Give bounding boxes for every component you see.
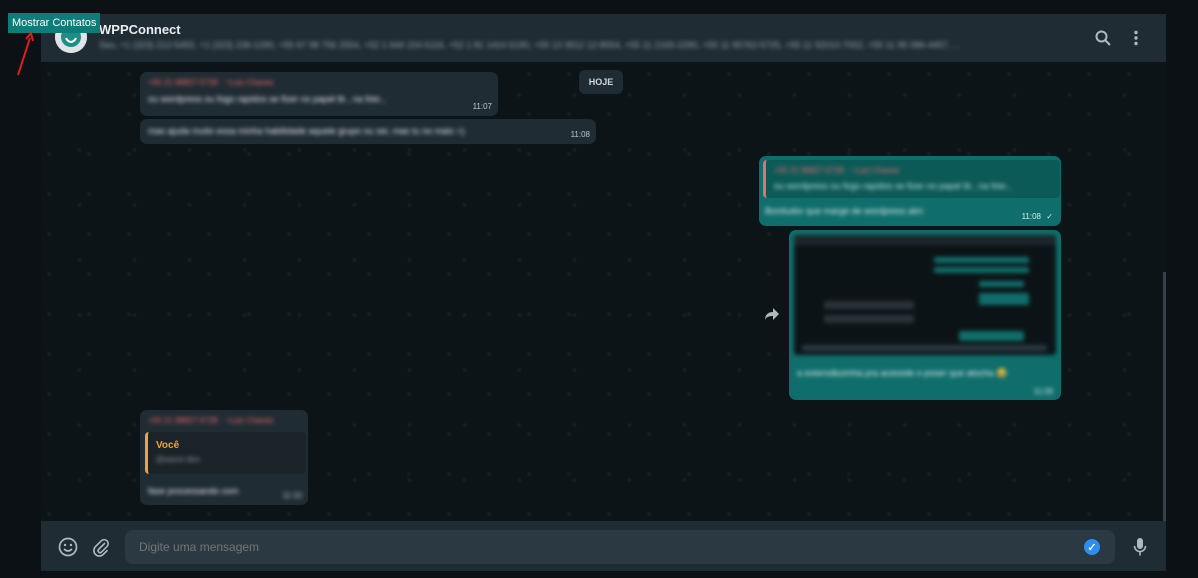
microphone-icon[interactable]: [1129, 536, 1151, 558]
emoji-icon[interactable]: [57, 536, 79, 558]
outgoing-message[interactable]: +55 21 98827-5728 · ~Luiz Chaves ou word…: [759, 156, 1061, 226]
quoted-sender: Você: [156, 440, 180, 451]
message-text: ou wordpress ou fogo rapidos se fizer no…: [148, 94, 386, 104]
message-text: Bonitudor que marge de wordpress atm: [765, 206, 924, 216]
scrollbar[interactable]: [1163, 272, 1166, 521]
message-sender: +55 21 98827-5728 · ~Luiz Chaves: [148, 416, 274, 425]
image-caption: a extensãozinha pra acessde o poser que …: [797, 368, 1008, 378]
thumbnail-bubble: [824, 315, 914, 323]
search-icon[interactable]: [1093, 28, 1113, 48]
message-time: 11:09: [1033, 387, 1053, 396]
message-time: 11:08: [570, 130, 590, 139]
annotation-arrow: [17, 30, 34, 76]
composer-bar: ✓: [41, 521, 1166, 571]
incoming-message[interactable]: +55 21 98827-5728 · ~Luiz Chaves ou word…: [140, 72, 498, 116]
forward-icon[interactable]: [763, 305, 781, 323]
incoming-message[interactable]: mas ajuda muito essa minha habilidade aq…: [140, 119, 596, 144]
message-text: fase processando com: [148, 486, 239, 496]
thumbnail-bubble: [934, 267, 1029, 273]
whatsapp-window: WPPConnect Seu, +1 (323) 212-5455, +1 (3…: [41, 14, 1166, 571]
thumbnail-bubble: [824, 301, 914, 309]
message-input[interactable]: [125, 530, 1115, 564]
quoted-text: @wacio tbm: [156, 455, 201, 464]
thumbnail-bubble: [979, 281, 1024, 287]
message-time: 11:08: [1021, 212, 1041, 221]
message-sender: +55 21 98827-5728 · ~Luiz Chaves: [148, 78, 274, 87]
participants-list: Seu, +1 (323) 212-5455, +1 (323) 236-129…: [99, 40, 961, 50]
thumbnail-bubble: [959, 331, 1024, 341]
thumbnail-header: [794, 235, 1056, 245]
thumbnail-bubble: [934, 257, 1029, 263]
chat-header[interactable]: WPPConnect Seu, +1 (323) 212-5455, +1 (3…: [41, 14, 1166, 62]
incoming-message[interactable]: +55 21 98827-5728 · ~Luiz Chaves Você @w…: [140, 410, 308, 505]
screenshot-thumbnail[interactable]: [793, 234, 1057, 356]
kebab-menu-icon[interactable]: [1126, 28, 1146, 48]
day-divider: HOJE: [579, 70, 623, 94]
message-time: 11:10: [282, 491, 302, 500]
message-text: mas ajuda muito essa minha habilidade aq…: [148, 126, 465, 136]
quoted-message[interactable]: Você @wacio tbm: [145, 432, 306, 474]
quoted-message[interactable]: +55 21 98827-5728 · ~Luiz Chaves ou word…: [763, 160, 1060, 198]
thumbnail-input: [802, 345, 1047, 351]
message-time: 11:07: [472, 102, 492, 111]
chat-title: WPPConnect: [99, 22, 181, 37]
quoted-sender: +55 21 98827-5728 · ~Luiz Chaves: [774, 166, 900, 175]
quoted-text: ou wordpress ou fogo rapidos se fizer no…: [774, 181, 1012, 191]
thumbnail-bubble: [979, 293, 1029, 305]
check-badge-icon[interactable]: ✓: [1084, 539, 1100, 555]
chat-title-block[interactable]: WPPConnect Seu, +1 (323) 212-5455, +1 (3…: [99, 22, 1079, 50]
paperclip-icon[interactable]: [90, 536, 112, 558]
sent-tick-icon: ✓: [1046, 212, 1053, 221]
outgoing-image-message[interactable]: a extensãozinha pra acessde o poser que …: [789, 230, 1061, 400]
message-area[interactable]: HOJE +55 21 98827-5728 · ~Luiz Chaves ou…: [41, 62, 1166, 521]
